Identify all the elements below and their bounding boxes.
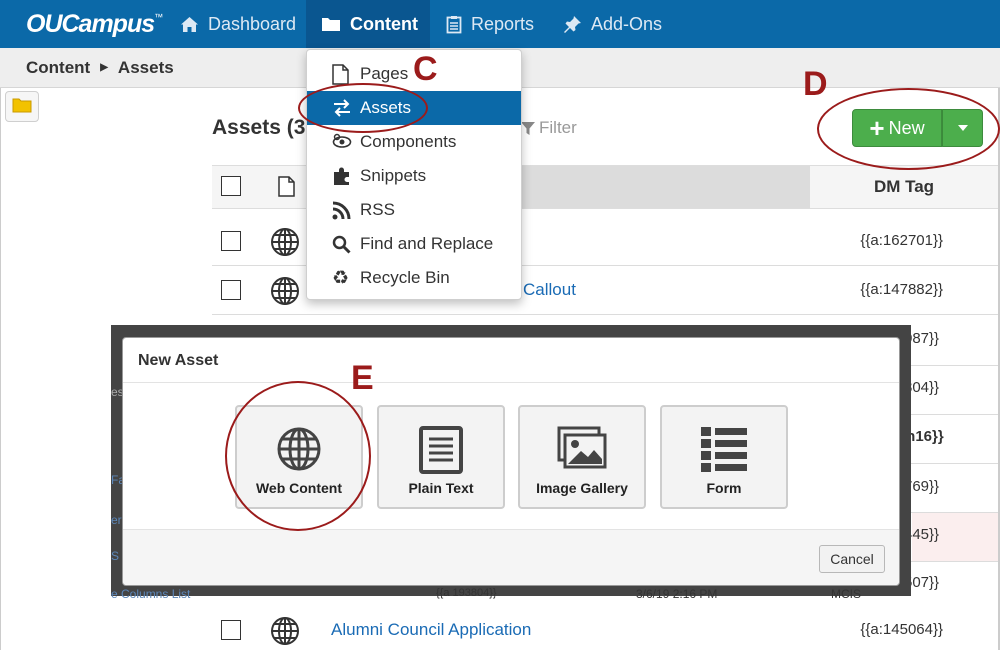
menu-item-snippets-label: Snippets <box>360 166 427 185</box>
annotation-ring-assets <box>298 83 428 133</box>
list-form-icon <box>662 426 786 472</box>
text-document-icon <box>379 426 503 474</box>
filter-icon <box>520 121 536 136</box>
menu-item-rss[interactable]: RSS <box>307 193 521 227</box>
search-icon <box>332 235 360 254</box>
select-all-checkbox[interactable] <box>221 176 241 196</box>
top-navigation-bar: OUCampus™ Dashboard Content Reports Add-… <box>0 0 1000 48</box>
nav-reports-label: Reports <box>471 13 535 34</box>
logo-trademark: ™ <box>154 12 163 22</box>
menu-item-snippets[interactable]: Snippets <box>307 159 521 193</box>
breadcrumb-content[interactable]: Content <box>26 58 90 78</box>
menu-item-rss-label: RSS <box>360 200 395 219</box>
row-dm-tag: {{a:145064}} <box>860 621 943 638</box>
annotation-label-d: D <box>803 65 828 103</box>
cancel-button[interactable]: Cancel <box>819 545 885 573</box>
nav-reports[interactable]: Reports <box>446 0 534 48</box>
folder-icon <box>12 97 32 117</box>
image-gallery-icon <box>520 426 644 470</box>
nav-dashboard-label: Dashboard <box>208 13 297 34</box>
globe-icon <box>270 276 300 310</box>
folder-icon <box>321 16 341 32</box>
ghost-text: er <box>111 513 122 527</box>
nav-content[interactable]: Content <box>306 0 430 48</box>
modal-title: New Asset <box>123 338 899 383</box>
menu-item-find-and-replace-label: Find and Replace <box>360 234 494 253</box>
home-icon <box>180 16 199 33</box>
ghost-text: S <box>111 549 120 563</box>
filter-placeholder: Filter <box>539 118 577 137</box>
assets-heading: Assets (3 <box>212 116 306 139</box>
logo-text: OUCampus <box>26 10 155 38</box>
breadcrumb-assets: Assets <box>117 57 174 77</box>
oucampus-logo[interactable]: OUCampus™ <box>26 10 163 39</box>
annotation-ring-web-content <box>225 381 371 531</box>
plain-text-tile[interactable]: Plain Text <box>377 405 505 509</box>
eye-icon <box>332 133 360 151</box>
dm-tag-column-header[interactable]: DM Tag <box>810 166 998 208</box>
row-checkbox[interactable] <box>221 231 241 251</box>
sidebar-border <box>0 88 1 650</box>
row-title-link[interactable]: Alumni Council Application <box>331 620 531 640</box>
menu-item-recycle-bin[interactable]: ♻ Recycle Bin <box>307 261 521 295</box>
row-dm-tag: {{a:147882}} <box>860 281 943 298</box>
breadcrumb-separator-icon: ▶ <box>100 62 108 73</box>
ghost-text: e Columns List <box>111 587 191 601</box>
ghost-text: MCIS <box>831 587 861 601</box>
form-label: Form <box>706 480 742 496</box>
rss-icon <box>332 201 360 220</box>
clipboard-icon <box>446 15 462 34</box>
ghost-text: {{a 193804}} <box>436 587 497 599</box>
folder-tree-button[interactable] <box>5 91 39 122</box>
form-tile[interactable]: Form <box>660 405 788 509</box>
page-icon <box>332 63 360 85</box>
menu-item-pages-label: Pages <box>360 64 409 83</box>
pin-icon <box>563 15 582 34</box>
annotation-label-c: C <box>413 50 438 88</box>
table-row[interactable]: Alumni Council Application {{a:145064}} <box>212 606 998 650</box>
recycle-icon: ♻ <box>332 267 350 289</box>
puzzle-icon <box>332 166 360 186</box>
plain-text-label: Plain Text <box>408 480 474 496</box>
modal-footer: Cancel <box>123 529 899 585</box>
globe-icon <box>270 616 300 650</box>
menu-item-components-label: Components <box>360 132 457 151</box>
nav-add-ons-label: Add-Ons <box>591 13 663 34</box>
nav-add-ons[interactable]: Add-Ons <box>563 0 662 48</box>
row-checkbox[interactable] <box>221 280 241 300</box>
menu-item-find-and-replace[interactable]: Find and Replace <box>307 227 521 261</box>
filter-input[interactable]: Filter <box>520 118 577 138</box>
row-title-link[interactable]: Callout <box>523 280 576 300</box>
globe-icon <box>270 227 300 261</box>
menu-item-recycle-bin-label: Recycle Bin <box>360 268 450 287</box>
annotation-label-e: E <box>351 359 374 397</box>
image-gallery-tile[interactable]: Image Gallery <box>518 405 646 509</box>
annotation-ring-new <box>817 88 1000 170</box>
image-gallery-label: Image Gallery <box>536 480 628 496</box>
ghost-text: 3/6/19 2:16 PM <box>636 587 718 601</box>
row-checkbox[interactable] <box>221 620 241 640</box>
nav-dashboard[interactable]: Dashboard <box>180 0 296 48</box>
row-dm-tag: {{a:162701}} <box>860 232 943 249</box>
page-icon <box>278 176 295 201</box>
nav-content-label: Content <box>350 13 418 34</box>
title-column-header[interactable] <box>512 166 810 208</box>
